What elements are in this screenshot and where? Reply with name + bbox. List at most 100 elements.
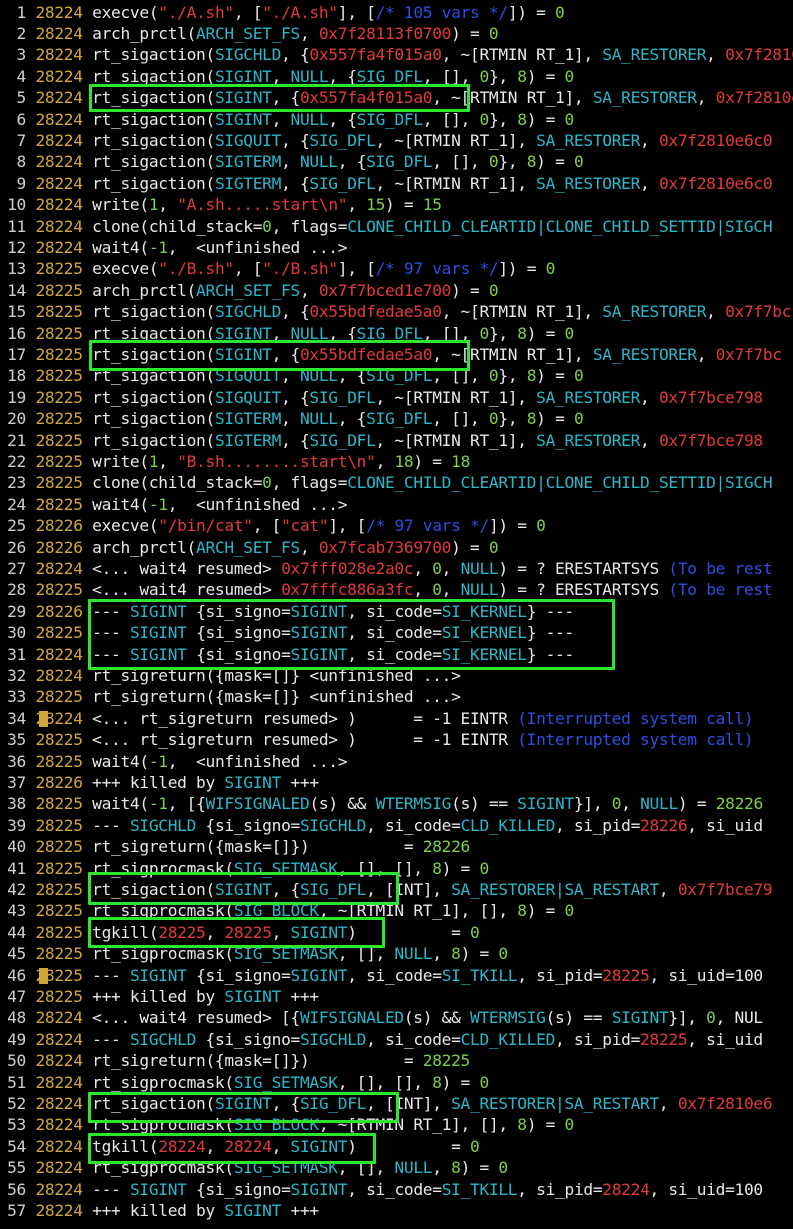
syntax-token-str: "B.sh........start\n" (177, 451, 376, 471)
syntax-token-text: , (271, 323, 291, 343)
syntax-token-hex: 0x7f7bce79 (677, 879, 773, 899)
terminal-line: 52 28224 rt_sigaction(SIGINT, {SIG_DFL, … (0, 1093, 793, 1114)
syntax-token-const: SIG_DFL (309, 430, 376, 450)
pid: 28224 (35, 1136, 83, 1156)
syntax-token-text: , (299, 280, 319, 300)
syntax-token-num: 0 (573, 366, 584, 386)
pid: 28224 (35, 2, 83, 22)
syntax-token-const: SA_RESTORER (536, 173, 641, 193)
syntax-token-text: rt_sigaction( (92, 344, 215, 364)
syntax-token-text: (s) && (403, 1008, 470, 1028)
syntax-token-const: SA_RESTORER (602, 45, 707, 65)
pid: 28225 (35, 922, 83, 942)
pid: 28224 (35, 665, 83, 685)
syntax-token-num: 1 (148, 195, 159, 215)
line-number: 27 (7, 558, 26, 578)
syntax-token-const: SIGTERM (214, 152, 282, 172)
syntax-token-text: arch_prctl( (92, 280, 197, 300)
syntax-token-text: ) = (385, 195, 423, 215)
syntax-token-hex: 0x7fffc886a3fc (281, 580, 414, 600)
pid: 28225 (35, 815, 83, 835)
syntax-token-text: , <unfinished ...> (167, 494, 348, 514)
syntax-token-const: SIG_DFL (309, 130, 376, 150)
syntax-token-text: ], (507, 430, 537, 450)
syntax-token-text: ) = (460, 1158, 499, 1178)
syntax-token-text: , (271, 1136, 291, 1156)
syntax-token-num: 18 (451, 451, 471, 471)
syntax-token-const: NULL (290, 109, 329, 129)
syntax-token-text: , (299, 23, 319, 43)
syntax-token-text: --- (92, 644, 130, 664)
syntax-token-text: , [], [], (337, 858, 433, 878)
syntax-token-text: , { (281, 173, 310, 193)
terminal-line: 46 28225 --- SIGINT {si_signo=SIGINT, si… (0, 965, 793, 986)
syntax-token-text: wait4( (92, 494, 149, 514)
syntax-token-text: ) = (460, 944, 499, 964)
syntax-token-text: --- (92, 815, 130, 835)
syntax-token-text: , { (281, 387, 310, 407)
syntax-token-num: 18 (394, 451, 414, 471)
syntax-token-text: } --- (526, 644, 575, 664)
syntax-token-text: , (640, 387, 659, 407)
syntax-token-num: 0 (262, 216, 272, 236)
syntax-token-text: wait4( (92, 237, 149, 257)
line-number: 53 (7, 1115, 26, 1135)
line-number: 30 (7, 623, 26, 643)
syntax-token-text: ) = (451, 537, 489, 557)
syntax-token-num: 0 (564, 66, 575, 86)
terminal-line: 57 28224 +++ killed by SIGINT +++ (0, 1200, 793, 1221)
syntax-token-const: SIGCHLD (299, 1029, 367, 1049)
syntax-token-text: , si_code= (347, 965, 442, 985)
line-number: 2 (16, 23, 27, 43)
syntax-token-text: , (432, 1158, 452, 1178)
syntax-token-const: NULL (299, 366, 338, 386)
line-number: 35 (7, 730, 26, 750)
syntax-token-num: 8 (432, 1072, 442, 1092)
line-number: 50 (7, 1051, 26, 1071)
pid: 28225 (35, 387, 83, 407)
pid: 28224 (35, 23, 83, 43)
syntax-token-comment: /* 97 vars */ (366, 516, 489, 536)
syntax-token-const: SIGINT (214, 344, 272, 364)
syntax-token-text: , (640, 173, 659, 193)
syntax-token-text: , { (281, 302, 310, 322)
terminal-output[interactable]: 1 28224 execve("./A.sh", ["./A.sh"], [/*… (0, 0, 793, 1229)
syntax-token-text: } --- (526, 623, 575, 643)
syntax-token-const: SIGINT (224, 986, 282, 1006)
syntax-token-text: rt_sigreturn({mask=[]}) = (92, 837, 423, 857)
terminal-line: 27 28224 <... wait4 resumed> 0x7fff028e2… (0, 558, 793, 579)
syntax-token-const: SIG_SETMASK (233, 1158, 338, 1178)
syntax-token-num: 8 (517, 323, 527, 343)
syntax-token-text: , [], (432, 152, 489, 172)
syntax-token-text: ) = (441, 1072, 480, 1092)
syntax-token-text: , si_uid (687, 815, 763, 835)
syntax-token-comment: (Interrupted system call) (517, 730, 754, 750)
syntax-token-const: SI_TKILL (441, 965, 518, 985)
syntax-token-comment: (Interrupted system call) (517, 708, 754, 728)
pid: 28225 (35, 751, 83, 771)
syntax-token-text: ) = (536, 152, 574, 172)
terminal-line: 19 28225 rt_sigaction(SIGQUIT, {SIG_DFL,… (0, 387, 793, 408)
line-number: 5 (16, 88, 27, 108)
syntax-token-num: 8 (517, 1115, 527, 1135)
syntax-token-text: rt_sigreturn({mask=[]} <unfinished ...> (92, 687, 461, 707)
syntax-token-text: ) = (536, 366, 574, 386)
syntax-token-text: <... rt_sigreturn resumed> ) = -1 EINTR (92, 730, 518, 750)
syntax-token-text: , si_pid= (555, 1029, 641, 1049)
syntax-token-text: , [], (337, 944, 395, 964)
syntax-token-const: SIG_DFL (366, 152, 433, 172)
syntax-token-text: , si_uid=100 (649, 1179, 764, 1199)
pid: 28224 (35, 88, 83, 108)
syntax-token-text: , flags= (271, 216, 348, 236)
syntax-token-num: 0 (564, 323, 575, 343)
syntax-token-text: RTMIN RT_1 (413, 387, 508, 407)
syntax-token-const: SIGTERM (214, 430, 282, 450)
pid: 28225 (35, 901, 83, 921)
pid: 28225 (35, 580, 83, 600)
pid: 28224 (35, 1158, 83, 1178)
syntax-token-num: 0 (479, 109, 489, 129)
syntax-token-text: , (696, 344, 716, 364)
terminal-line: 44 28225 tgkill(28225, 28225, SIGINT) = … (0, 922, 793, 943)
syntax-token-const: NULL (299, 152, 338, 172)
line-number: 33 (7, 687, 26, 707)
